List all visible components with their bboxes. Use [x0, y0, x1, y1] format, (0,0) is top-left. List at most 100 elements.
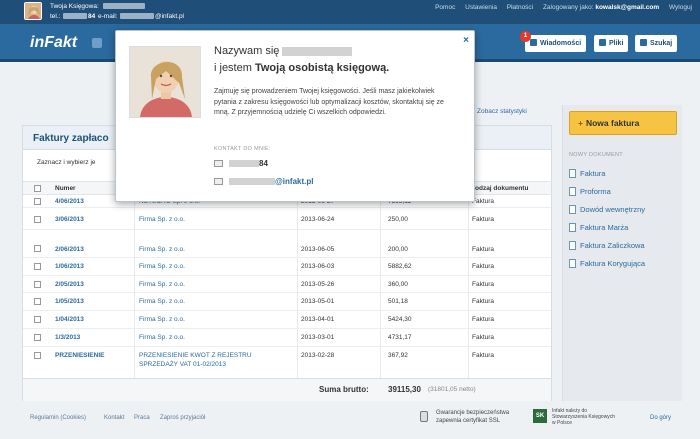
tel-label: tel.: [50, 13, 61, 20]
document-icon [569, 187, 576, 196]
tel-suffix: 84 [88, 13, 96, 20]
back-to-top-link[interactable]: Do góry [650, 415, 671, 421]
sidebar-item-label: Faktura [580, 169, 606, 178]
sidebar-item-label: Faktura Zaliczkowa [580, 241, 645, 250]
table-row[interactable]: 1/3/2013 Firma Sp. z o.o. 2013-03-01 473… [23, 329, 551, 347]
name-redacted [282, 46, 353, 56]
calendar-icon[interactable] [92, 38, 102, 48]
search-button[interactable]: Szukaj [635, 35, 678, 52]
accountant-label: Twoja Księgowa: [50, 3, 99, 10]
table-row[interactable]: 1/05/2013 Firma Sp. z o.o. 2013-05-01 50… [23, 293, 551, 311]
table-row[interactable]: PRZENIESIENIE PRZENIESIENIE KWOT Z REJES… [23, 347, 551, 378]
invoice-type: Faktura [472, 334, 495, 341]
client-name-line2[interactable]: SPRZEDAŻY VAT 01-02/2013 [139, 361, 226, 368]
sum-label: Suma brutto: [319, 385, 369, 394]
invoice-date: 2013-05-01 [301, 298, 335, 305]
table-row[interactable]: 2/06/2013 Firma Sp. z o.o. 2013-06-05 20… [23, 230, 551, 258]
invoice-number[interactable]: PRZENIESIENIE [55, 352, 104, 359]
contact-phone: 84 [214, 159, 268, 168]
phone-icon [214, 160, 223, 167]
infakt-logo[interactable]: inFakt [30, 34, 77, 52]
heading2-bold: Twoją osobistą księgową. [254, 62, 390, 74]
client-name[interactable]: Firma Sp. z o.o. [139, 316, 185, 323]
invoice-number[interactable]: 4/06/2013 [55, 198, 84, 205]
files-button[interactable]: Pliki [594, 35, 629, 52]
help-link[interactable]: Pomoc [435, 4, 455, 11]
client-name[interactable]: Firma Sp. z o.o. [139, 216, 185, 223]
invoice-date: 2013-04-01 [301, 316, 335, 323]
new-invoice-button[interactable]: + Nowa faktura [569, 111, 677, 135]
client-name[interactable]: PRZENIESIENIE KWOT Z REJESTRU [139, 352, 252, 359]
plus-icon: + [578, 118, 583, 128]
row-checkbox[interactable] [34, 334, 41, 341]
accountant-name-redacted [103, 3, 145, 9]
select-all-checkbox[interactable] [34, 185, 41, 192]
table-row[interactable]: 3/06/2013 Firma Sp. z o.o. 2013-06-24 25… [23, 208, 551, 230]
ssl-line1: Gwarancje bezpieczeństwa [436, 410, 510, 416]
invoice-number[interactable]: 1/3/2013 [55, 334, 80, 341]
row-checkbox[interactable] [34, 263, 41, 270]
footer-terms-link[interactable]: Regulamin (Cookies) [30, 415, 86, 421]
invoice-number[interactable]: 3/06/2013 [55, 216, 84, 223]
email-domain[interactable]: @infakt.pl [155, 13, 184, 20]
invoice-date: 2013-06-05 [301, 246, 335, 253]
row-checkbox[interactable] [34, 316, 41, 323]
invoice-date: 2013-06-03 [301, 263, 335, 270]
table-row[interactable]: 1/06/2013 Firma Sp. z o.o. 2013-06-03 58… [23, 258, 551, 276]
footer-contact-link[interactable]: Kontakt [104, 415, 124, 421]
row-checkbox[interactable] [34, 298, 41, 305]
sidebar-item-marza[interactable]: Faktura Marża [569, 223, 628, 232]
sidebar-item-proforma[interactable]: Proforma [569, 187, 611, 196]
logout-link[interactable]: Wyloguj [669, 4, 692, 11]
messages-badge: 1 [520, 31, 531, 42]
row-checkbox[interactable] [34, 245, 41, 252]
new-document-header: NOWY DOKUMENT [569, 152, 623, 158]
sidebar-item-korygujaca[interactable]: Faktura Korygująca [569, 259, 645, 268]
invoice-number[interactable]: 1/05/2013 [55, 298, 84, 305]
accountant-photo [129, 46, 201, 118]
invoice-number[interactable]: 2/06/2013 [55, 246, 84, 253]
stats-link[interactable]: Zobacz statystyki [477, 108, 527, 115]
sidebar-item-dowod[interactable]: Dowód wewnętrzny [569, 205, 645, 214]
invoice-number[interactable]: 2/05/2013 [55, 281, 84, 288]
client-name[interactable]: Firma Sp. z o.o. [139, 334, 185, 341]
invoice-amount: 367,92 [388, 352, 408, 359]
footer-jobs-link[interactable]: Praca [134, 415, 150, 421]
search-icon [640, 39, 647, 46]
invoice-number[interactable]: 1/04/2013 [55, 316, 84, 323]
column-doc-type[interactable]: odzaj dokumentu [475, 185, 528, 192]
client-name[interactable]: Firma Sp. z o.o. [139, 263, 185, 270]
invoice-amount: 5424,30 [388, 316, 412, 323]
row-checkbox[interactable] [34, 352, 41, 359]
sum-row: Suma brutto: 39115,30 (31801,05 netto) [23, 378, 551, 401]
sidebar-item-label: Faktura Marża [580, 223, 629, 232]
email-domain[interactable]: @infakt.pl [275, 177, 313, 186]
sidebar-item-zaliczkowa[interactable]: Faktura Zaliczkowa [569, 241, 645, 250]
client-name[interactable]: Firma Sp. z o.o. [139, 246, 185, 253]
row-checkbox[interactable] [34, 281, 41, 288]
column-number[interactable]: Numer [55, 185, 76, 192]
invoice-number[interactable]: 1/06/2013 [55, 263, 84, 270]
table-row[interactable]: 1/04/2013 Firma Sp. z o.o. 2013-04-01 54… [23, 311, 551, 329]
sidebar-item-faktura[interactable]: Faktura [569, 169, 605, 178]
row-checkbox[interactable] [34, 216, 41, 223]
messages-button[interactable]: Wiadomości [525, 35, 587, 52]
lock-icon [420, 411, 428, 422]
invoice-type: Faktura [472, 298, 495, 305]
user-email: kowalsk@gmail.com [595, 4, 660, 11]
sidebar-item-label: Proforma [580, 187, 611, 196]
footer-invite-link[interactable]: Zaproś przyjaciół [160, 415, 205, 421]
accountant-avatar[interactable] [24, 2, 42, 20]
table-row[interactable]: 2/05/2013 Firma Sp. z o.o. 2013-05-26 36… [23, 276, 551, 293]
contact-email[interactable]: @infakt.pl [214, 177, 313, 186]
invoice-type: Faktura [472, 198, 495, 205]
phone-suffix: 84 [259, 159, 268, 168]
payments-link[interactable]: Płatności [507, 4, 533, 11]
close-icon[interactable]: × [463, 35, 469, 46]
invoice-date: 2013-03-01 [301, 334, 335, 341]
settings-link[interactable]: Ustawienia [465, 4, 497, 11]
contact-header: KONTAKT DO MNIE: [214, 146, 271, 152]
client-name[interactable]: Firma Sp. z o.o. [139, 298, 185, 305]
row-checkbox[interactable] [34, 198, 41, 205]
client-name[interactable]: Firma Sp. z o.o. [139, 281, 185, 288]
